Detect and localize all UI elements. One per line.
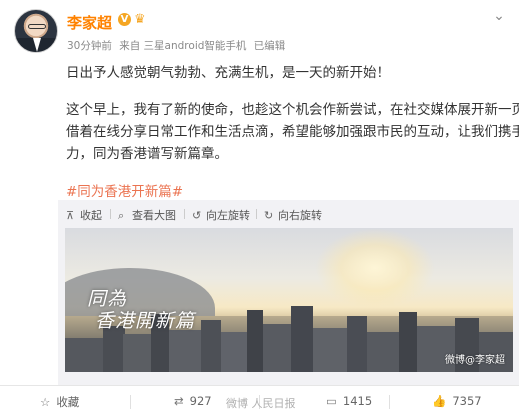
hashtag-link[interactable]: #同为香港开新篇# bbox=[66, 180, 183, 200]
skyline-building bbox=[399, 312, 417, 372]
post-time[interactable]: 30分钟前 bbox=[67, 40, 112, 52]
view-large-label: 查看大图 bbox=[132, 209, 176, 222]
post-text-line: 这个早上，我有了新的使命，也趁这个机会作新尝试，在社交媒体展开新一页。 bbox=[66, 102, 519, 118]
repost-icon: ⇄ bbox=[174, 394, 184, 408]
comment-count: 1415 bbox=[342, 394, 373, 408]
collapse-button[interactable]: ⊼ 收起 bbox=[66, 207, 102, 223]
author-name[interactable]: 李家超 bbox=[67, 12, 112, 33]
toolbar-divider bbox=[110, 209, 111, 219]
zoom-icon: ⌕ bbox=[118, 209, 125, 222]
repost-count: 927 bbox=[189, 394, 212, 408]
post-text-line: 力，同为香港谱写新篇章。 bbox=[66, 146, 228, 162]
rotate-right-button[interactable]: ↻ 向右旋转 bbox=[264, 207, 322, 223]
repost-button[interactable]: ⇄ 927 bbox=[174, 394, 212, 408]
rotate-right-label: 向右旋转 bbox=[278, 209, 322, 222]
favorite-label: 收藏 bbox=[56, 395, 80, 409]
post-text-line: 日出予人感觉朝气勃勃、充满生机，是一天的新开始！ bbox=[66, 65, 390, 81]
member-crown-icon: ♛ bbox=[134, 12, 146, 27]
like-count: 7357 bbox=[452, 394, 482, 408]
comment-button[interactable]: ▭ 1415 bbox=[326, 394, 372, 408]
action-divider bbox=[130, 395, 131, 409]
sunrise-glow bbox=[315, 228, 435, 308]
verified-badge-icon: V bbox=[118, 13, 131, 26]
overlay-watermark: 微博 人民日报 bbox=[226, 397, 296, 410]
skyline-building bbox=[201, 320, 221, 372]
media-toolbar: ⊼ 收起 ⌕ 查看大图 ↺ 向左旋转 ↻ 向右旋转 bbox=[58, 201, 519, 226]
view-large-button[interactable]: ⌕ 查看大图 bbox=[118, 207, 176, 223]
avatar-glasses bbox=[28, 24, 46, 29]
calligraphy-line: 同為 bbox=[87, 288, 128, 310]
calligraphy-line: 香港開新篇 bbox=[95, 310, 196, 332]
post-image[interactable]: 同為 香港開新篇 微博@李家超 bbox=[65, 228, 513, 372]
weibo-post: 李家超 V ♛ ⌄ 30分钟前 来自 三星android智能手机 已编辑 日出予… bbox=[0, 0, 519, 418]
favorite-button[interactable]: ☆ 收藏 bbox=[40, 394, 79, 410]
action-divider bbox=[389, 395, 390, 409]
avatar[interactable] bbox=[14, 9, 58, 53]
skyline-building bbox=[313, 328, 349, 372]
post-meta: 30分钟前 来自 三星android智能手机 已编辑 bbox=[67, 38, 289, 53]
rotate-right-icon: ↻ bbox=[264, 209, 274, 222]
star-icon: ☆ bbox=[40, 395, 51, 409]
post-text-line: 借着在线分享日常工作和生活点滴，希望能够加强跟市民的互动，让我们携手协 bbox=[66, 124, 519, 140]
skyline-building bbox=[291, 306, 313, 372]
like-button[interactable]: 👍 7357 bbox=[432, 394, 482, 408]
comment-icon: ▭ bbox=[326, 394, 337, 408]
skyline-building bbox=[169, 330, 203, 372]
skyline-building bbox=[221, 332, 249, 372]
skyline-building bbox=[347, 316, 367, 372]
skyline-building bbox=[367, 332, 401, 372]
toolbar-divider bbox=[184, 209, 185, 219]
like-icon: 👍 bbox=[432, 394, 447, 408]
skyline-building bbox=[263, 324, 293, 372]
post-source: 来自 三星android智能手机 bbox=[119, 40, 247, 52]
calligraphy-overlay: 同為 香港開新篇 bbox=[87, 288, 195, 332]
skyline-building bbox=[123, 334, 153, 372]
skyline-building bbox=[65, 338, 105, 372]
rotate-left-icon: ↺ bbox=[192, 209, 202, 222]
collapse-label: 收起 bbox=[80, 209, 102, 222]
collapse-icon: ⊼ bbox=[66, 209, 75, 222]
rotate-left-label: 向左旋转 bbox=[206, 209, 250, 222]
skyline-building bbox=[103, 326, 125, 372]
more-chevron-icon[interactable]: ⌄ bbox=[491, 9, 507, 26]
image-watermark: 微博@李家超 bbox=[445, 355, 505, 366]
edited-label[interactable]: 已编辑 bbox=[254, 40, 286, 52]
skyline-building bbox=[247, 310, 263, 372]
rotate-left-button[interactable]: ↺ 向左旋转 bbox=[192, 207, 250, 223]
toolbar-divider bbox=[256, 209, 257, 219]
